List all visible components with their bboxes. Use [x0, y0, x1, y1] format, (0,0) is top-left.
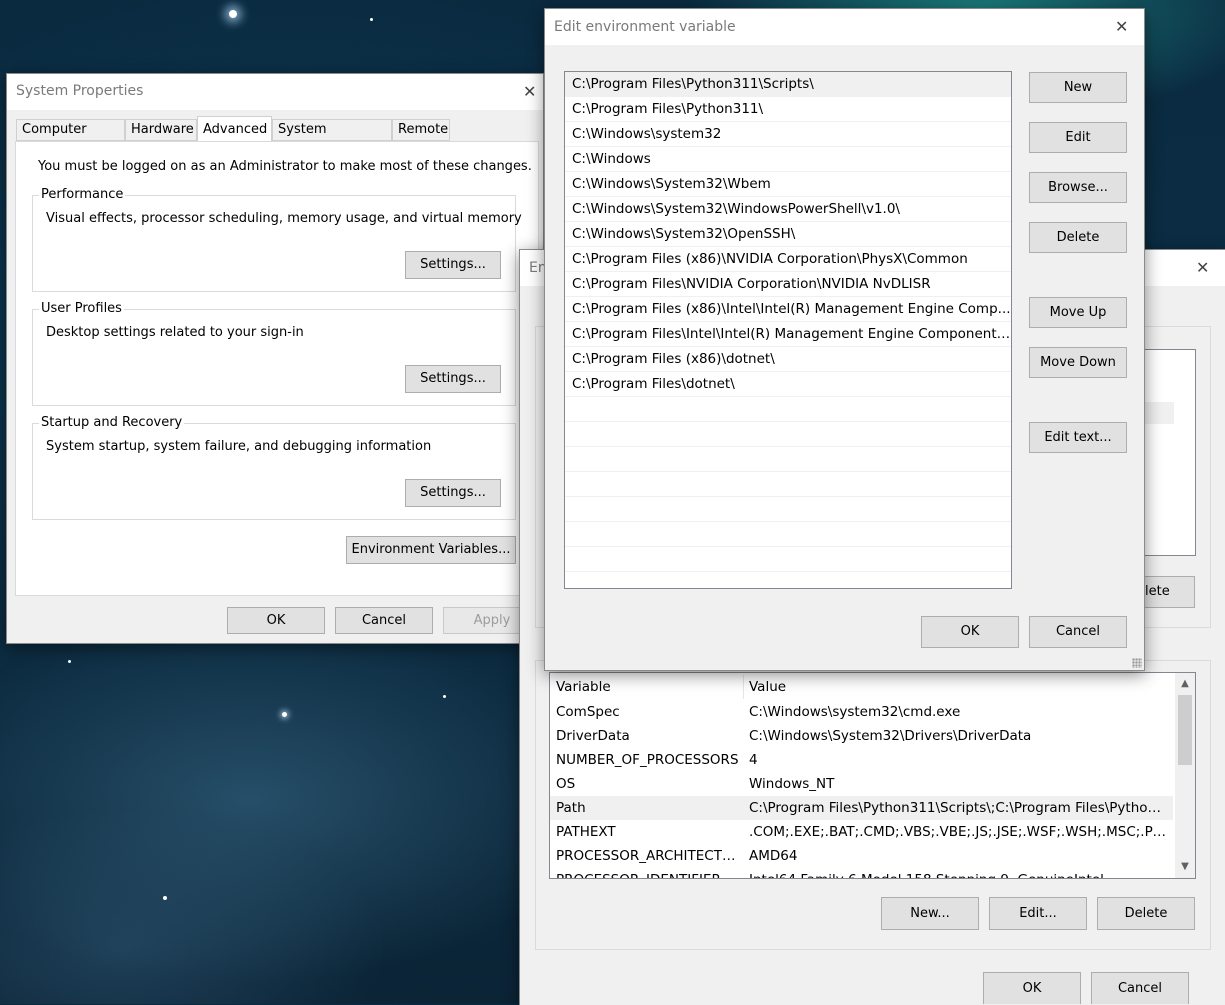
performance-desc: Visual effects, processor scheduling, me…	[46, 211, 522, 226]
tab-remote[interactable]: Remote	[392, 119, 450, 141]
user-vars-selected-row	[1141, 402, 1174, 424]
browse-button[interactable]: Browse...	[1029, 172, 1127, 203]
system-vars-edit-button[interactable]: Edit...	[989, 897, 1087, 930]
list-item-empty[interactable]	[565, 397, 1011, 422]
system-vars-new-button[interactable]: New...	[881, 897, 979, 930]
startup-recovery-label: Startup and Recovery	[39, 415, 185, 430]
list-item[interactable]: C:\Program Files\Python311\	[565, 97, 1011, 122]
resize-grip-icon[interactable]	[1132, 658, 1142, 668]
scroll-down-arrow-icon[interactable]: ▼	[1175, 858, 1195, 876]
star	[370, 18, 373, 21]
list-item[interactable]: C:\Windows\system32	[565, 122, 1011, 147]
list-item-empty[interactable]	[565, 472, 1011, 497]
list-item[interactable]: C:\Program Files\Intel\Intel(R) Manageme…	[565, 322, 1011, 347]
startup-recovery-settings-button[interactable]: Settings...	[405, 479, 501, 507]
envvars-ok-button[interactable]: OK	[983, 972, 1081, 1004]
table-row[interactable]: PATHEXT .COM;.EXE;.BAT;.CMD;.VBS;.VBE;.JS…	[550, 820, 1173, 844]
edit-env-cancel-button[interactable]: Cancel	[1029, 616, 1127, 648]
star	[68, 660, 71, 663]
system-properties-titlebar[interactable]: System Properties ✕	[7, 74, 543, 110]
table-row[interactable]: OS Windows_NT	[550, 772, 1173, 796]
window-title: System Properties	[16, 83, 144, 99]
column-header: Variable Value	[550, 675, 1173, 699]
table-row[interactable]: PROCESSOR_ARCHITECTU... AMD64	[550, 844, 1173, 868]
list-item[interactable]: C:\Windows\System32\WindowsPowerShell\v1…	[565, 197, 1011, 222]
list-item[interactable]: C:\Windows	[565, 147, 1011, 172]
list-item[interactable]: C:\Program Files\NVIDIA Corporation\NVID…	[565, 272, 1011, 297]
edit-button[interactable]: Edit	[1029, 122, 1127, 153]
list-item-empty[interactable]	[565, 497, 1011, 522]
new-button[interactable]: New	[1029, 72, 1127, 103]
scroll-up-arrow-icon[interactable]: ▲	[1175, 675, 1195, 693]
table-row[interactable]: NUMBER_OF_PROCESSORS 4	[550, 748, 1173, 772]
list-item[interactable]: C:\Windows\System32\OpenSSH\	[565, 222, 1011, 247]
window-title: Edit environment variable	[554, 19, 736, 35]
ok-button[interactable]: OK	[227, 607, 325, 634]
list-item[interactable]: C:\Program Files (x86)\dotnet\	[565, 347, 1011, 372]
tab-advanced[interactable]: Advanced	[197, 116, 272, 142]
delete-button[interactable]: Delete	[1029, 222, 1127, 253]
edit-env-titlebar[interactable]: Edit environment variable ✕	[545, 9, 1144, 45]
list-item-selected[interactable]: C:\Program Files\Python311\Scripts\	[565, 72, 1011, 97]
cancel-button[interactable]: Cancel	[335, 607, 433, 634]
list-item-empty[interactable]	[565, 447, 1011, 472]
envvars-cancel-button[interactable]: Cancel	[1091, 972, 1189, 1004]
tab-system-protection[interactable]: System Protection	[272, 119, 392, 157]
table-row[interactable]: ComSpec C:\Windows\system32\cmd.exe	[550, 700, 1173, 724]
column-value[interactable]: Value	[749, 675, 1169, 699]
list-item[interactable]: C:\Program Files (x86)\NVIDIA Corporatio…	[565, 247, 1011, 272]
system-vars-delete-button[interactable]: Delete	[1097, 897, 1195, 930]
list-item-empty[interactable]	[565, 522, 1011, 547]
close-icon[interactable]: ✕	[1115, 19, 1128, 35]
startup-recovery-desc: System startup, system failure, and debu…	[46, 439, 432, 454]
scrollbar[interactable]: ▲ ▼	[1175, 673, 1195, 878]
table-row-selected[interactable]: Path C:\Program Files\Python311\Scripts\;…	[550, 796, 1173, 820]
move-down-button[interactable]: Move Down	[1029, 347, 1127, 378]
list-item[interactable]: C:\Program Files\dotnet\	[565, 372, 1011, 397]
move-up-button[interactable]: Move Up	[1029, 297, 1127, 328]
star	[229, 10, 237, 18]
path-list[interactable]: C:\Program Files\Python311\Scripts\ C:\P…	[564, 71, 1012, 589]
list-item-empty[interactable]	[565, 547, 1011, 572]
admin-notice: You must be logged on as an Administrato…	[38, 159, 532, 174]
list-item-empty[interactable]	[565, 572, 1011, 588]
close-icon[interactable]: ✕	[1196, 260, 1209, 276]
column-divider	[743, 675, 744, 699]
performance-settings-button[interactable]: Settings...	[405, 251, 501, 279]
star	[443, 695, 446, 698]
edit-env-ok-button[interactable]: OK	[921, 616, 1019, 648]
user-profiles-desc: Desktop settings related to your sign-in	[46, 325, 304, 340]
close-icon[interactable]: ✕	[523, 84, 536, 100]
tab-computer-name[interactable]: Computer Name	[16, 119, 125, 157]
list-item[interactable]: C:\Windows\System32\Wbem	[565, 172, 1011, 197]
tab-hardware[interactable]: Hardware	[125, 119, 197, 141]
user-profiles-settings-button[interactable]: Settings...	[405, 365, 501, 393]
user-profiles-label: User Profiles	[39, 301, 124, 316]
star	[163, 896, 167, 900]
list-item[interactable]: C:\Program Files (x86)\Intel\Intel(R) Ma…	[565, 297, 1011, 322]
star	[282, 712, 287, 717]
performance-label: Performance	[39, 187, 126, 202]
column-variable[interactable]: Variable	[556, 675, 740, 699]
list-item-empty[interactable]	[565, 422, 1011, 447]
edit-text-button[interactable]: Edit text...	[1029, 422, 1127, 453]
environment-variables-button[interactable]: Environment Variables...	[346, 536, 516, 564]
table-row[interactable]: DriverData C:\Windows\System32\Drivers\Dr…	[550, 724, 1173, 748]
user-vars-list[interactable]	[1140, 349, 1196, 556]
scrollbar-thumb[interactable]	[1178, 695, 1192, 765]
table-row[interactable]: PROCESSOR_IDENTIFIERIntel64 Family 6 Mod…	[550, 868, 1173, 878]
system-vars-list[interactable]: Variable Value ComSpec C:\Windows\system3…	[549, 672, 1196, 879]
